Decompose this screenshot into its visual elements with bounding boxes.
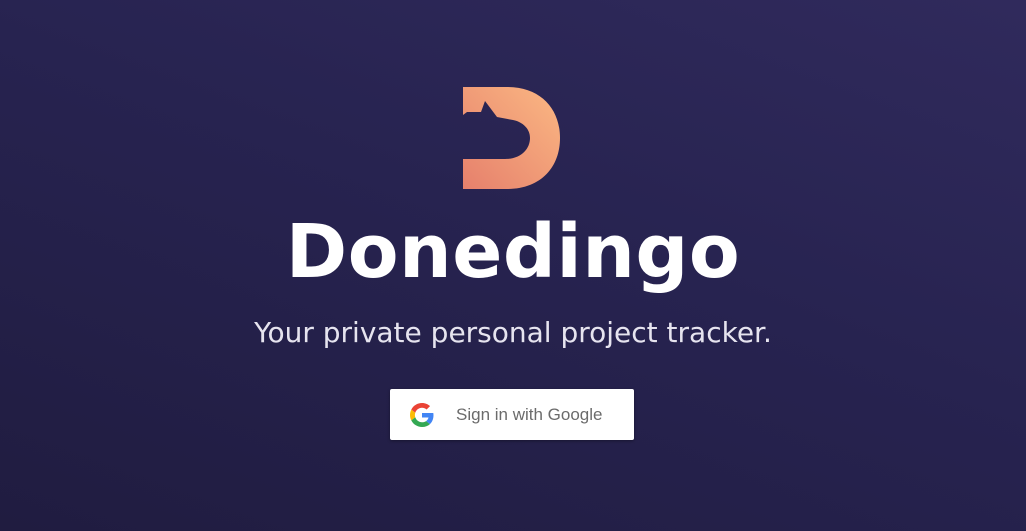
google-g-icon [410,403,434,427]
app-name: Donedingo [285,209,741,295]
login-screen: Donedingo Your private personal project … [0,0,1026,531]
donedingo-logo-icon [463,87,561,189]
sign-in-with-google-label: Sign in with Google [456,405,603,424]
app-tagline: Your private personal project tracker. [254,316,772,349]
sign-in-with-google-button[interactable]: Sign in with Google [390,389,634,440]
